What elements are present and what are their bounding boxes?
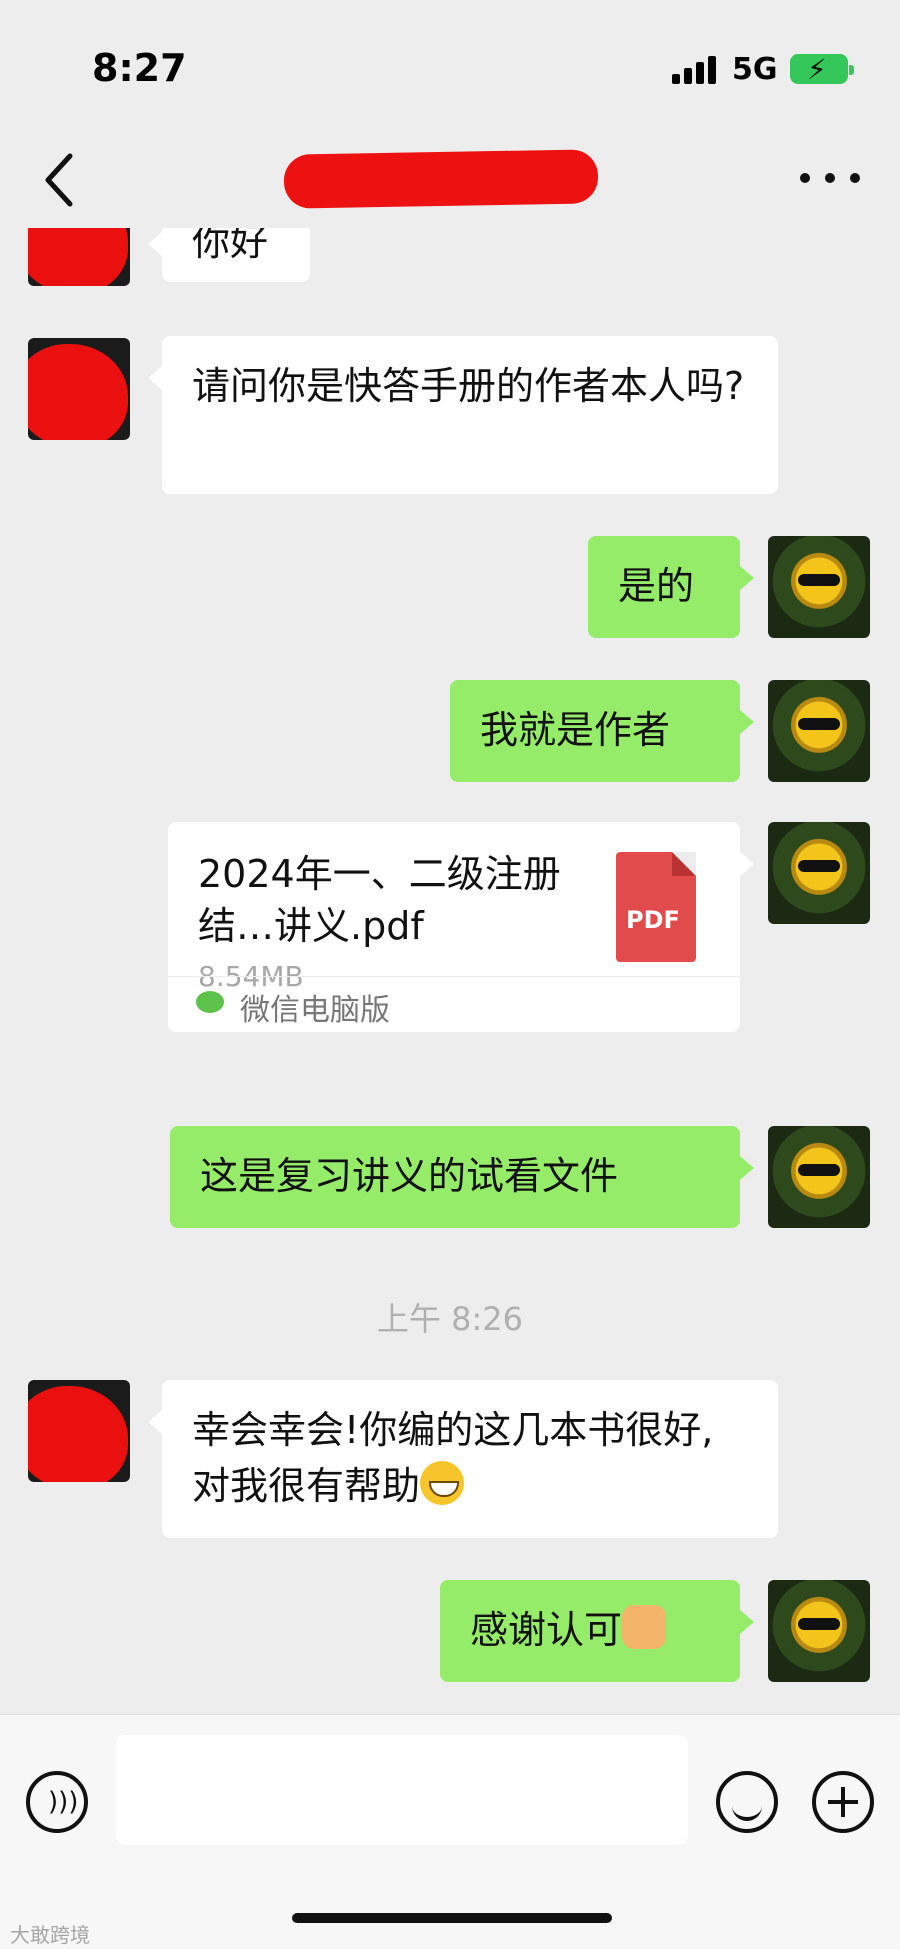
user-avatar[interactable] <box>768 680 870 782</box>
user-avatar[interactable] <box>768 1126 870 1228</box>
handshake-emoji-icon <box>622 1605 667 1649</box>
back-icon[interactable] <box>40 150 80 210</box>
user-avatar[interactable] <box>768 536 870 638</box>
chat-title-redacted <box>283 149 599 209</box>
pdf-icon-label: PDF <box>626 906 680 934</box>
timestamp-label: 上午 8:26 <box>376 1300 524 1338</box>
message-bubble-incoming[interactable]: 你好 <box>148 228 310 282</box>
input-bar: ))) 大敢跨境 <box>0 1714 900 1949</box>
emoji-button[interactable] <box>716 1771 778 1833</box>
watermark: 大敢跨境 <box>10 1923 90 1947</box>
home-indicator <box>292 1913 612 1923</box>
message-bubble-incoming[interactable]: 请问你是快答手册的作者本人吗? <box>148 336 778 494</box>
file-name: 2024年一、二级注册结…讲义.pdf <box>198 852 561 948</box>
contact-avatar[interactable] <box>28 228 130 286</box>
file-source-footer: 微信电脑版 <box>168 976 740 1032</box>
message-text: 我就是作者 <box>480 708 671 752</box>
pdf-file-icon: PDF <box>616 852 696 962</box>
user-avatar[interactable] <box>768 1580 870 1682</box>
network-label: 5G <box>732 52 778 87</box>
status-bar: 8:27 5G ⚡ <box>0 0 900 128</box>
message-bubble-incoming[interactable]: 幸会幸会!你编的这几本书很好,对我很有帮助 <box>148 1380 778 1538</box>
file-source: 微信电脑版 <box>240 993 390 1028</box>
wechat-icon <box>196 991 224 1013</box>
nav-bar <box>0 128 900 228</box>
status-time: 8:27 <box>92 46 187 90</box>
message-bubble-outgoing[interactable]: 是的 <box>588 536 754 638</box>
message-text: 你好 <box>192 228 269 264</box>
battery-icon: ⚡ <box>790 53 854 86</box>
message-text: 请问你是快答手册的作者本人吗? <box>192 364 745 408</box>
contact-avatar[interactable] <box>28 338 130 440</box>
message-bubble-outgoing[interactable]: 这是复习讲义的试看文件 <box>170 1126 754 1228</box>
user-avatar[interactable] <box>768 822 870 924</box>
file-message-card[interactable]: 2024年一、二级注册结…讲义.pdf 8.54MB PDF 微信电脑版 <box>168 822 754 1032</box>
message-text: 是的 <box>618 564 695 608</box>
message-text: 这是复习讲义的试看文件 <box>200 1154 619 1198</box>
message-list[interactable]: 你好 请问你是快答手册的作者本人吗? 是的 我就是作者 2024年一、二级注册结… <box>0 228 900 1714</box>
grin-emoji-icon <box>420 1461 465 1505</box>
contact-avatar[interactable] <box>28 1380 130 1482</box>
message-text: 感谢认可 <box>470 1608 623 1652</box>
message-bubble-outgoing[interactable]: 感谢认可 <box>440 1580 754 1682</box>
message-input[interactable] <box>116 1735 688 1845</box>
voice-input-button[interactable]: ))) <box>26 1771 88 1833</box>
more-icon[interactable] <box>800 168 860 188</box>
message-bubble-outgoing[interactable]: 我就是作者 <box>450 680 754 782</box>
signal-icon <box>672 56 718 84</box>
voice-icon: ))) <box>48 1787 79 1817</box>
more-actions-button[interactable] <box>812 1771 874 1833</box>
